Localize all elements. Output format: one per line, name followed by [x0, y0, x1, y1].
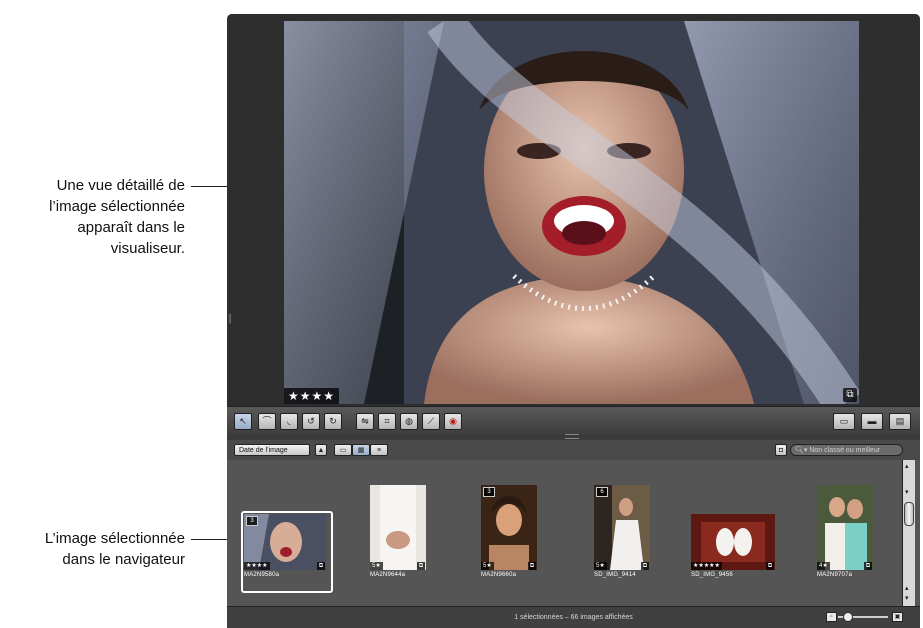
thumbnail-label: MA2N9707a [817, 572, 853, 578]
rotate-left-icon[interactable]: ↺ [302, 413, 320, 430]
thumbnail-image[interactable] [370, 485, 426, 570]
callout-line: visualiseur. [110, 240, 185, 257]
stack-count-badge: 6 [596, 487, 608, 497]
thumbnail-label: MA2N9660a [481, 572, 517, 578]
status-bar: 1 sélectionnées – 66 images affichées [227, 606, 920, 628]
thumbnail-label: MA2N9644a [370, 572, 406, 578]
viewer-photo[interactable] [284, 21, 859, 404]
thumbnail-label: MA2N9580a [244, 572, 280, 578]
split-view-icon[interactable]: ▤ [889, 413, 911, 430]
viewer-pane[interactable]: ║ ★★★★ ⧉ [227, 14, 920, 406]
straighten-icon[interactable]: ⇋ [356, 413, 374, 430]
thumbnail-rating: 4★ [817, 562, 830, 570]
callout-line: Une vue détaillé de [56, 177, 185, 194]
stack-count-badge: 3 [483, 487, 495, 497]
brush-icon[interactable]: ⟋ [422, 413, 440, 430]
filmstrip-view-icon[interactable]: ▭ [334, 444, 352, 456]
callout-line: l’image sélectionnée [49, 198, 185, 215]
thumbnail-size-knob[interactable] [843, 612, 854, 622]
thumbnail-image[interactable] [594, 485, 650, 570]
stack-icon[interactable]: ⧉ [766, 562, 774, 570]
scroll-down-icon[interactable]: ▾ [905, 488, 909, 496]
thumbnail-label: SD_IMG_9456 [691, 572, 733, 578]
viewer-callout: Une vue détaillé de l’image sélectionnée… [10, 175, 185, 259]
selection-arrow-icon[interactable]: ↖ [234, 413, 252, 430]
stack-icon[interactable]: ⧉ [317, 562, 325, 570]
callout-line: apparaît dans le [77, 219, 185, 236]
lift-tool-icon[interactable]: ⌒ [258, 413, 276, 430]
stack-icon[interactable]: ⧉ [843, 388, 857, 402]
thumbnail-label: SD_IMG_9414 [594, 572, 636, 578]
stack-icon[interactable]: ⧉ [864, 562, 872, 570]
bride-photo-image [284, 21, 859, 404]
thumbnail-rating: ★★★★ [244, 562, 270, 570]
scroll-thumb[interactable] [904, 502, 914, 526]
aperture-window: ║ ★★★★ ⧉ ↖ ⌒ ◟ ↺ ↻ ⇋ ⌗ ◍ ⟋ ◉ ▭ ▬ ▤ Date … [227, 14, 920, 628]
thumbnail-image[interactable] [481, 485, 537, 570]
browser-mode-icon[interactable]: ▬ [861, 413, 883, 430]
sort-select[interactable]: Date de l’image [234, 444, 310, 456]
pane-divider-grip[interactable] [565, 434, 579, 439]
callout-line: dans le navigateur [62, 551, 185, 568]
list-view-icon[interactable]: ≡ [370, 444, 388, 456]
tool-strip: ↖ ⌒ ◟ ↺ ↻ ⇋ ⌗ ◍ ⟋ ◉ ▭ ▬ ▤ [227, 406, 920, 435]
zoom-out-icon[interactable]: ▫ [826, 612, 837, 622]
stamp-tool-icon[interactable]: ◟ [280, 413, 298, 430]
red-eye-icon[interactable]: ◉ [444, 413, 462, 430]
search-placeholder: Non classé ou meilleur [809, 447, 881, 454]
grid-view-icon[interactable]: ▦ [352, 444, 370, 456]
callout-line: L’image sélectionnée [44, 530, 185, 547]
status-text: 1 sélectionnées – 66 images affichées [514, 614, 633, 621]
filter-hud-icon[interactable]: ◘ [775, 444, 787, 456]
scroll-down-icon[interactable]: ▾ [905, 594, 909, 602]
rotate-right-icon[interactable]: ↻ [324, 413, 342, 430]
search-icon: 🔍︎▾ [795, 447, 810, 454]
side-resize-grip[interactable]: ║ [227, 314, 233, 326]
sort-direction-button[interactable]: ▲ [315, 444, 327, 456]
thumbnail-image[interactable] [817, 485, 873, 570]
zoom-in-icon[interactable]: ▣ [892, 612, 903, 622]
viewer-rating-badge: ★★★★ [284, 388, 340, 404]
scroll-up-icon[interactable]: ▴ [905, 462, 909, 470]
stack-icon[interactable]: ⧉ [528, 562, 536, 570]
crop-icon[interactable]: ⌗ [378, 413, 396, 430]
search-field[interactable]: 🔍︎▾ Non classé ou meilleur [790, 444, 903, 456]
scroll-up-icon[interactable]: ▴ [905, 584, 909, 592]
stack-icon[interactable]: ⧉ [641, 562, 649, 570]
browser-callout: L’image sélectionnée dans le navigateur [10, 528, 185, 570]
stack-count-badge: 3 [246, 516, 258, 526]
viewer-mode-icon[interactable]: ▭ [833, 413, 855, 430]
thumbnail-rating: 5★ [481, 562, 494, 570]
viewer-leader-line [191, 186, 229, 187]
thumbnail-rating: 5★ [370, 562, 383, 570]
stack-icon[interactable]: ⧉ [417, 562, 425, 570]
thumbnail-rating: 5★ [594, 562, 607, 570]
browser-header: Date de l’image ▲ ▭ ▦ ≡ ◘ 🔍︎▾ Non classé… [227, 440, 920, 460]
thumbnail-rating: ★★★★★ [691, 562, 722, 570]
spot-patch-icon[interactable]: ◍ [400, 413, 418, 430]
